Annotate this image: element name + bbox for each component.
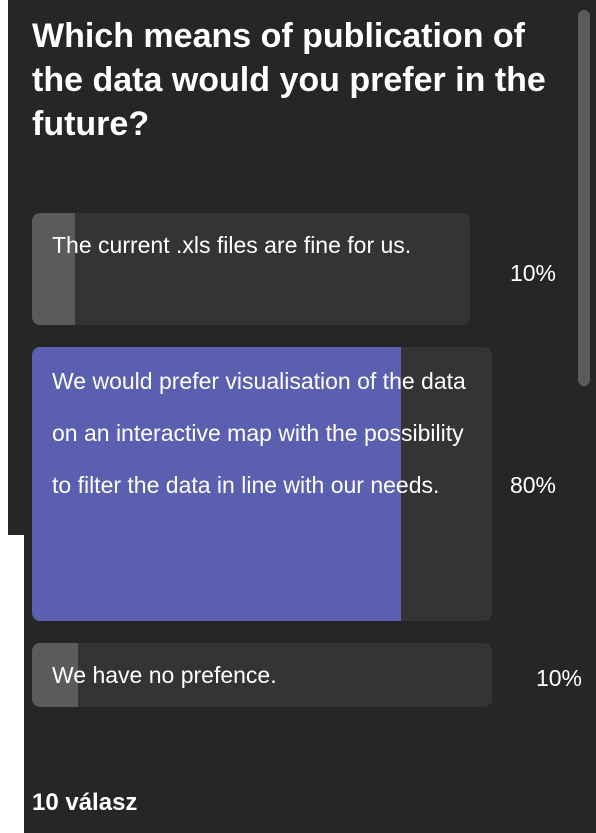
poll-option-xls-files[interactable]: The current .xls files are fine for us.: [32, 213, 470, 325]
poll-question: Which means of publication of the data w…: [32, 17, 546, 143]
poll-option-percent: 80%: [509, 472, 556, 498]
poll-option-percent: 10%: [535, 665, 582, 691]
poll-option-percent: 10%: [509, 260, 556, 286]
poll-option-label: We would prefer visualisation of the dat…: [52, 368, 466, 498]
scrollbar-thumb[interactable]: [578, 10, 590, 386]
poll-option-label: We have no prefence.: [52, 662, 277, 688]
poll-option-label: The current .xls files are fine for us.: [52, 232, 412, 258]
poll-option-no-preference[interactable]: We have no prefence.: [32, 643, 492, 707]
poll-card: Which means of publication of the data w…: [0, 0, 596, 833]
poll-option-interactive-map[interactable]: We would prefer visualisation of the dat…: [32, 347, 492, 621]
response-count: 10 válasz: [32, 789, 138, 816]
